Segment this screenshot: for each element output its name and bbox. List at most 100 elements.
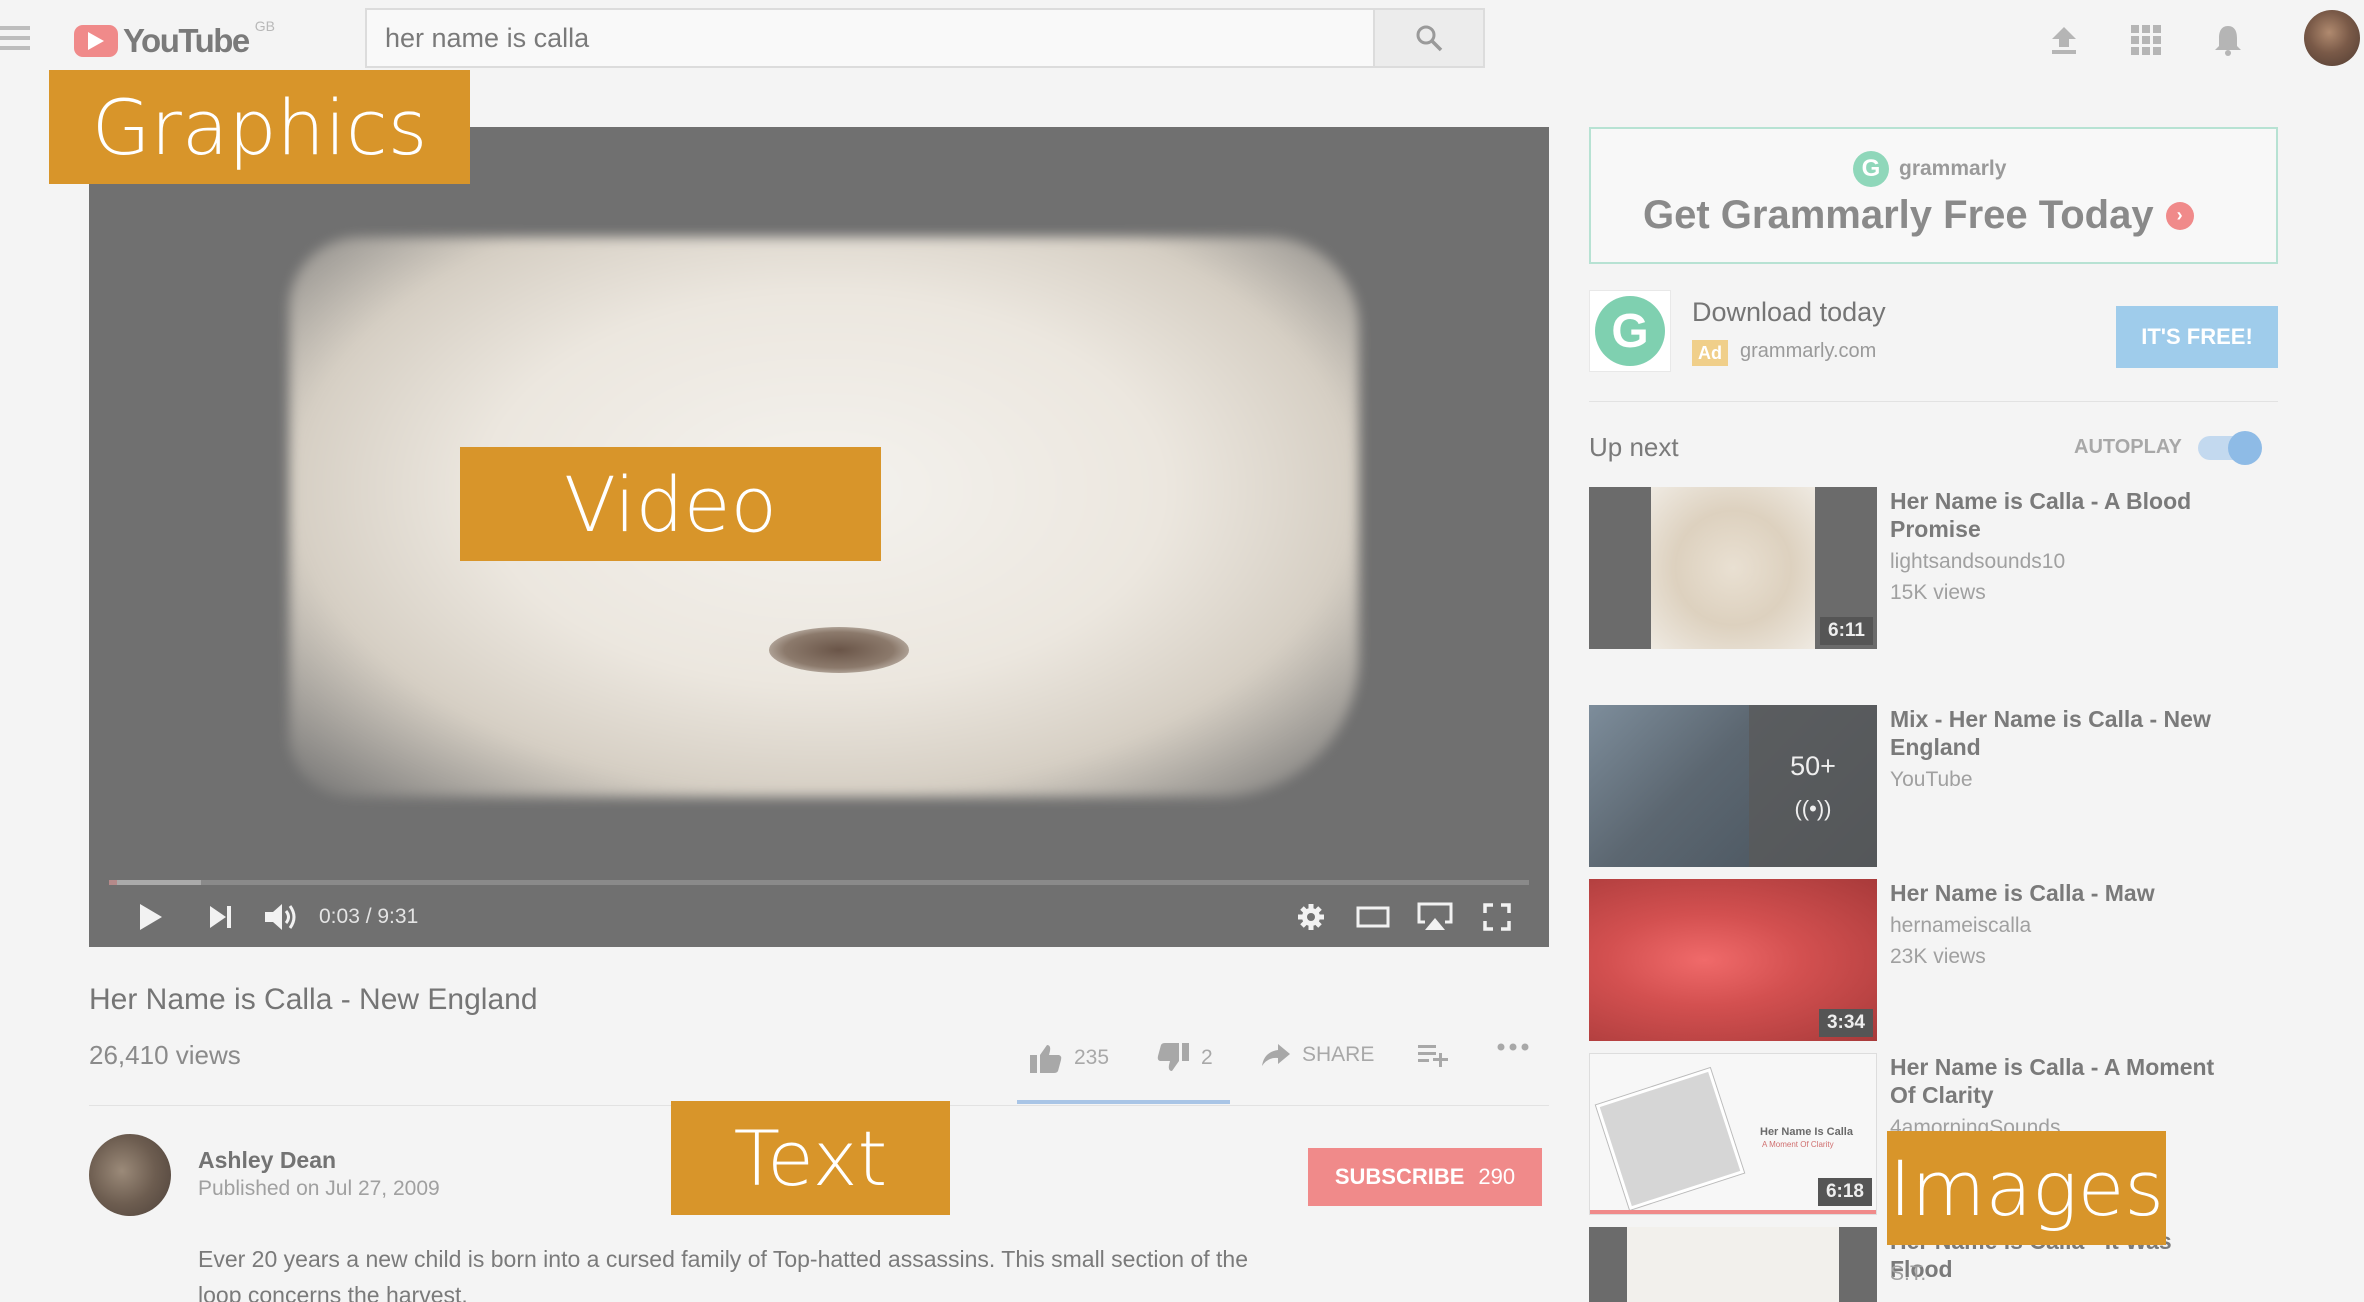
settings-icon: [1298, 904, 1324, 930]
search-button[interactable]: [1373, 8, 1485, 68]
fullscreen-icon: [1483, 903, 1511, 931]
up-next-title[interactable]: Mix - Her Name is Calla - New England: [1890, 705, 2230, 761]
text-label: Text: [671, 1101, 950, 1215]
video-title: Her Name is Calla - New England: [89, 983, 538, 1016]
next-button[interactable]: [201, 897, 241, 937]
channel-name[interactable]: Ashley Dean: [198, 1147, 336, 1174]
up-next-views: 15K views: [1890, 581, 1986, 604]
duration-badge: 6:11: [1820, 617, 1873, 645]
upload-icon[interactable]: [2044, 20, 2084, 60]
subscribe-button[interactable]: SUBSCRIBE 290: [1308, 1148, 1542, 1206]
more-actions-button[interactable]: [1497, 1043, 1541, 1051]
add-to-icon: [1418, 1045, 1448, 1067]
theater-icon: [1356, 906, 1390, 928]
images-label: Images: [1887, 1131, 2166, 1245]
up-next-thumbnail[interactable]: Her Name Is Calla A Moment Of Clarity 6:…: [1589, 1053, 1877, 1215]
menu-icon[interactable]: [0, 26, 30, 50]
like-count: 235: [1074, 1046, 1110, 1069]
volume-icon: [265, 904, 296, 930]
ad-title[interactable]: Download today: [1692, 297, 1886, 328]
up-next-title[interactable]: Her Name is Calla - A Moment Of Clarity: [1890, 1053, 2230, 1109]
thumbnail-image: [1651, 487, 1815, 649]
volume-button[interactable]: [259, 897, 305, 937]
search-icon: [1416, 25, 1443, 52]
fullscreen-button[interactable]: [1475, 897, 1519, 937]
duration-badge: 6:18: [1817, 1178, 1872, 1206]
ad-headline-text: Get Grammarly Free Today: [1643, 193, 2154, 237]
thumbs-up-icon: [1030, 1045, 1062, 1073]
search-input[interactable]: [365, 8, 1375, 68]
up-next-heading: Up next: [1589, 432, 1679, 462]
more-icon: [1497, 1043, 1529, 1051]
up-next-views: 23K views: [1890, 945, 1986, 968]
youtube-logo[interactable]: YouTube GB: [74, 18, 275, 62]
toggle-knob: [2228, 431, 2262, 465]
chevron-right-icon: ›: [2165, 201, 2194, 230]
progress-played: [109, 880, 117, 885]
up-next-thumbnail[interactable]: 50+ ((•)): [1589, 705, 1877, 867]
channel-avatar[interactable]: [89, 1134, 171, 1216]
ad-brand: G grammarly: [1853, 151, 2006, 187]
theater-mode-button[interactable]: [1351, 897, 1395, 937]
autoplay-label: AUTOPLAY: [2074, 436, 2182, 458]
ad-badge: Ad: [1692, 340, 1728, 366]
watched-progress-bar: [1590, 1210, 1876, 1214]
video-label: Video: [460, 447, 881, 561]
airplay-icon: [1417, 902, 1453, 930]
thumbnail-artwork: [1595, 1068, 1745, 1210]
mix-count: 50+: [1790, 750, 1836, 781]
up-next-title[interactable]: Her Name is Calla - A Blood Promise: [1890, 487, 2230, 543]
up-next-thumbnail[interactable]: [1589, 1227, 1877, 1302]
video-description: Ever 20 years a new child is born into a…: [198, 1246, 1248, 1302]
grammarly-logo-icon: G: [1595, 296, 1665, 366]
thumbs-down-icon: [1157, 1043, 1189, 1071]
like-ratio-bar: [1017, 1100, 1230, 1104]
radio-icon: ((•)): [1794, 795, 1832, 821]
up-next-thumbnail[interactable]: 3:34: [1589, 879, 1877, 1041]
ad-cta-button[interactable]: IT'S FREE!: [2116, 306, 2278, 368]
play-icon: [140, 904, 162, 930]
subscribe-label: SUBSCRIBE: [1334, 1164, 1465, 1189]
autoplay-toggle[interactable]: [2198, 431, 2262, 465]
up-next-title[interactable]: Her Name is Calla - Maw: [1890, 879, 2230, 907]
share-label: SHARE: [1302, 1043, 1375, 1066]
subscriber-count: 290: [1478, 1164, 1516, 1189]
divider: [1589, 401, 2278, 402]
up-next-thumbnail[interactable]: 6:11: [1589, 487, 1877, 649]
graphics-label: Graphics: [49, 70, 470, 184]
video-frame-detail: [769, 627, 909, 673]
settings-button[interactable]: [1289, 897, 1333, 937]
region-code: GB: [254, 18, 275, 34]
add-to-playlist-button[interactable]: [1418, 1043, 1460, 1067]
ad-banner[interactable]: G grammarly Get Grammarly Free Today ›: [1589, 127, 2278, 264]
publish-date: Published on Jul 27, 2009: [198, 1177, 440, 1200]
duration-badge: 3:34: [1818, 1009, 1873, 1037]
ad-logo[interactable]: G: [1589, 290, 1671, 372]
up-next-channel: hernameiscalla: [1890, 914, 2032, 937]
account-avatar[interactable]: [2304, 10, 2360, 66]
ad-headline: Get Grammarly Free Today ›: [1643, 193, 2194, 238]
thumbnail-image: [1627, 1227, 1839, 1302]
time-display: 0:03 / 9:31: [319, 905, 419, 928]
dislike-count: 2: [1201, 1046, 1213, 1069]
like-button[interactable]: 235: [1030, 1043, 1109, 1073]
ad-domain: grammarly.com: [1740, 340, 1877, 362]
progress-bar[interactable]: [109, 880, 1529, 885]
thumbnail-caption: Her Name Is Calla: [1760, 1126, 1853, 1138]
bell-icon[interactable]: [2208, 20, 2248, 60]
share-icon: [1262, 1044, 1290, 1066]
thumbnail-subcaption: A Moment Of Clarity: [1762, 1140, 1834, 1149]
up-next-channel: S.T.: [1890, 1262, 1927, 1285]
progress-buffered: [109, 880, 201, 885]
dislike-button[interactable]: 2: [1157, 1043, 1213, 1073]
apps-icon[interactable]: [2126, 20, 2166, 60]
up-next-channel: lightsandsounds10: [1890, 550, 2066, 573]
play-button[interactable]: [131, 897, 171, 937]
airplay-button[interactable]: [1413, 897, 1457, 937]
youtube-play-icon: [74, 25, 118, 57]
share-button[interactable]: SHARE: [1262, 1043, 1374, 1067]
logo-text: YouTube: [123, 22, 250, 59]
view-count: 26,410 views: [89, 1040, 241, 1070]
grammarly-logo-icon: G: [1853, 151, 1889, 187]
up-next-channel: YouTube: [1890, 768, 1973, 791]
